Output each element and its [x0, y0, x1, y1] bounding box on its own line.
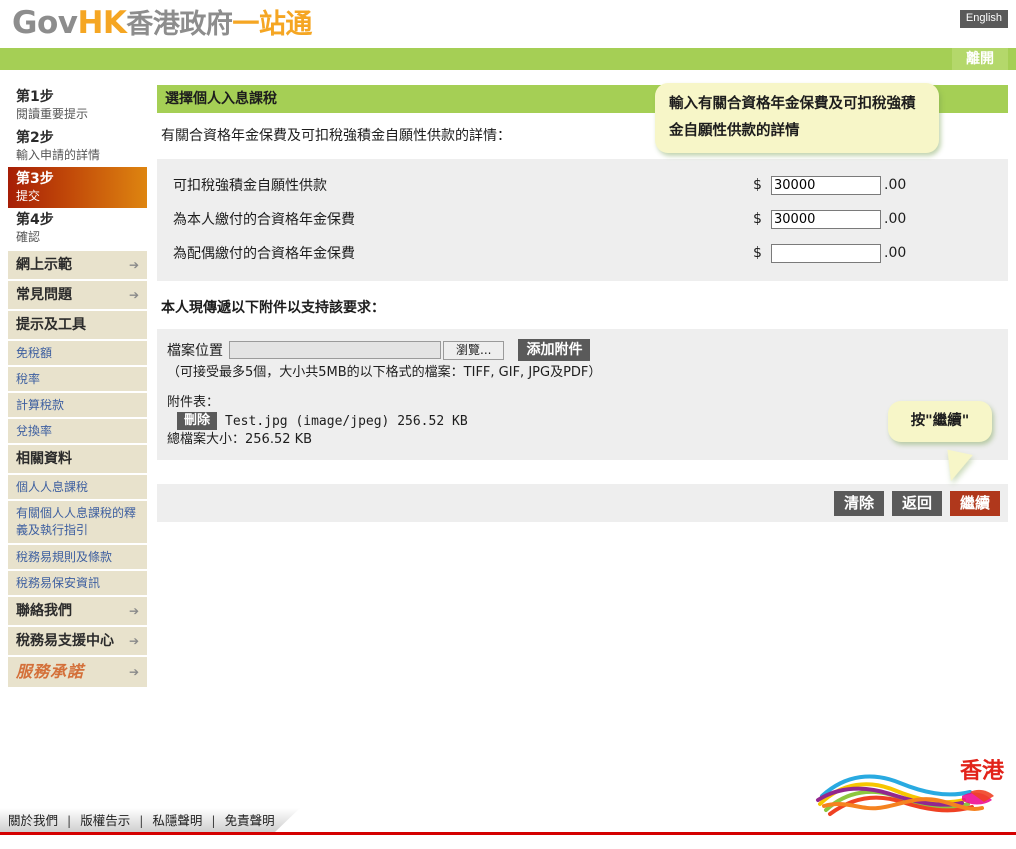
step-1-label: 閱讀重要提示: [16, 107, 89, 121]
arrow-right-icon: ➔: [128, 604, 139, 618]
cents-suffix: .00: [884, 245, 907, 261]
sidebar: 第1步 閱讀重要提示 第2步 輸入申請的詳情 第3步 提交 第4步 確認 網上示…: [8, 85, 147, 687]
cents-suffix: .00: [884, 211, 907, 227]
callout-enter-details: 輸入有關合資格年金保費及可扣稅強積金自願性供款的詳情: [655, 83, 939, 153]
arrow-right-icon: ➔: [128, 258, 139, 272]
clear-button[interactable]: 清除: [833, 490, 884, 516]
service-pledge-label: 服務承諾: [16, 662, 85, 681]
continue-button[interactable]: 繼續: [949, 490, 1000, 516]
logo-gov-text: Gov: [12, 5, 78, 41]
footer-link-privacy[interactable]: 私隱聲明: [152, 813, 202, 828]
footer-separator: |: [139, 813, 144, 828]
currency-symbol: $: [753, 211, 762, 227]
delete-attachment-button[interactable]: 刪除: [177, 412, 218, 430]
sidebar-etax-support-label: 稅務易支援中心: [16, 633, 114, 649]
attachment-file-name: Test.jpg (image/jpeg) 256.52 KB: [225, 413, 468, 429]
sidebar-item-service-pledge[interactable]: 服務承諾 ➔: [8, 657, 147, 687]
step-list: 第1步 閱讀重要提示 第2步 輸入申請的詳情 第3步 提交 第4步 確認: [8, 85, 147, 249]
brand-hk-chinese-text: 香港: [960, 759, 1005, 784]
sidebar-related-info-label: 相關資料: [16, 451, 72, 467]
footer: 關於我們 | 版權告示 | 私隱聲明 | 免責聲明: [0, 808, 1016, 832]
input-spouse-annuity-premium-amount[interactable]: [771, 243, 881, 263]
input-self-annuity-premium-amount[interactable]: [771, 209, 881, 229]
sidebar-link-exchange-rates[interactable]: 兌換率: [8, 419, 147, 443]
attachment-list-item: 刪除 Test.jpg (image/jpeg) 256.52 KB: [167, 412, 998, 430]
footer-separator: |: [211, 813, 216, 828]
arrow-right-icon: ➔: [128, 288, 139, 302]
govhk-logo[interactable]: GovHK香港政府一站通: [12, 2, 312, 41]
sidebar-item-online-demo[interactable]: 網上示範 ➔: [8, 251, 147, 279]
logo-chinese-gray: 香港政府: [126, 9, 233, 40]
browse-button[interactable]: 瀏覽...: [443, 340, 505, 360]
sidebar-item-tips-tools[interactable]: 提示及工具: [8, 311, 147, 339]
currency-symbol: $: [753, 245, 762, 261]
accepted-formats-note: （可接受最多5個，大小共5MB的以下格式的檔案：TIFF, GIF, JPG及P…: [167, 365, 602, 380]
currency-symbol: $: [753, 177, 762, 193]
logo-hk-text: HK: [77, 5, 127, 41]
sidebar-online-demo-label: 網上示範: [16, 257, 72, 273]
file-location-label: 檔案位置: [167, 343, 223, 359]
sidebar-contact-us-label: 聯絡我們: [16, 603, 72, 619]
label-mpf-tvc: 可扣稅強積金自願性供款: [173, 178, 327, 194]
language-switch-english-button[interactable]: English: [959, 10, 1008, 28]
green-nav-bar: [0, 48, 1016, 70]
sidebar-item-faq[interactable]: 常見問題 ➔: [8, 281, 147, 309]
total-file-size: 總檔案大小：256.52 KB: [167, 432, 313, 447]
back-button[interactable]: 返回: [891, 490, 942, 516]
sidebar-step-2[interactable]: 第2步 輸入申請的詳情: [8, 126, 147, 167]
label-self-annuity-premium: 為本人繳付的合資格年金保費: [173, 212, 355, 228]
attachment-panel: 檔案位置 瀏覽... 添加附件 （可接受最多5個，大小共5MB的以下格式的檔案：…: [157, 329, 1008, 460]
sidebar-link-personal-assessment[interactable]: 個人人息課稅: [8, 475, 147, 499]
action-bar: 清除 返回 繼續: [157, 484, 1008, 522]
field-row-self-annuity-premium: 為本人繳付的合資格年金保費 $ .00: [167, 205, 998, 233]
exit-button[interactable]: 離開: [952, 48, 1008, 70]
add-attachment-button[interactable]: 添加附件: [518, 339, 591, 361]
site-header: GovHK香港政府一站通 English: [0, 0, 1016, 44]
footer-red-line: [0, 832, 1016, 835]
page-root: GovHK香港政府一站通 English 離開 第1步 閱讀重要提示 第2步 輸…: [0, 0, 1016, 849]
step-1-number: 第1步: [16, 89, 54, 105]
sidebar-link-interpretation-guidelines[interactable]: 有關個人人息課稅的釋義及執行指引: [8, 501, 147, 543]
sidebar-item-etax-support[interactable]: 稅務易支援中心 ➔: [8, 627, 147, 655]
sidebar-step-3-active[interactable]: 第3步 提交: [8, 167, 147, 208]
step-2-number: 第2步: [16, 130, 54, 146]
file-path-input[interactable]: [229, 341, 441, 359]
step-4-number: 第4步: [16, 212, 54, 228]
file-upload-row: 檔案位置 瀏覽... 添加附件: [167, 339, 998, 361]
footer-link-disclaimer[interactable]: 免責聲明: [225, 813, 275, 828]
field-row-mpf-tvc: 可扣稅強積金自願性供款 $ .00: [167, 171, 998, 199]
arrow-right-icon: ➔: [128, 634, 139, 648]
field-row-spouse-annuity-premium: 為配偶繳付的合資格年金保費 $ .00: [167, 239, 998, 267]
annuity-mpf-panel: 可扣稅強積金自願性供款 $ .00 為本人繳付的合資格年金保費 $ .00 為配…: [157, 159, 1008, 281]
cents-suffix: .00: [884, 177, 907, 193]
sidebar-link-tax-computation[interactable]: 計算稅款: [8, 393, 147, 417]
sidebar-step-4[interactable]: 第4步 確認: [8, 208, 147, 249]
sidebar-link-tax-rates[interactable]: 稅率: [8, 367, 147, 391]
label-spouse-annuity-premium: 為配偶繳付的合資格年金保費: [173, 246, 355, 262]
arrow-right-icon: ➔: [128, 665, 139, 679]
sidebar-link-allowances[interactable]: 免稅額: [8, 341, 147, 365]
step-2-label: 輸入申請的詳情: [16, 148, 101, 162]
sidebar-item-contact-us[interactable]: 聯絡我們 ➔: [8, 597, 147, 625]
footer-link-copyright[interactable]: 版權告示: [80, 813, 130, 828]
sidebar-tips-tools-label: 提示及工具: [16, 317, 86, 333]
step-3-label: 提交: [16, 189, 41, 203]
footer-link-about-us[interactable]: 關於我們: [8, 813, 58, 828]
attachment-list-label: 附件表：: [167, 395, 220, 410]
sidebar-link-etax-terms[interactable]: 稅務易規則及條款: [8, 545, 147, 569]
sidebar-link-etax-security[interactable]: 稅務易保安資訊: [8, 571, 147, 595]
sidebar-faq-label: 常見問題: [16, 287, 72, 303]
sidebar-item-related-info[interactable]: 相關資料: [8, 445, 147, 473]
input-mpf-tvc-amount[interactable]: [771, 175, 881, 195]
sidebar-step-1[interactable]: 第1步 閱讀重要提示: [8, 85, 147, 126]
callout-press-continue: 按"繼續": [888, 401, 992, 442]
step-3-number: 第3步: [16, 171, 54, 187]
step-4-label: 確認: [16, 230, 41, 244]
attachment-heading: 本人現傳遞以下附件以支持該要求：: [161, 300, 385, 316]
logo-chinese-orange: 一站通: [232, 9, 312, 40]
footer-links: 關於我們 | 版權告示 | 私隱聲明 | 免責聲明: [8, 812, 275, 829]
footer-separator: |: [67, 813, 72, 828]
